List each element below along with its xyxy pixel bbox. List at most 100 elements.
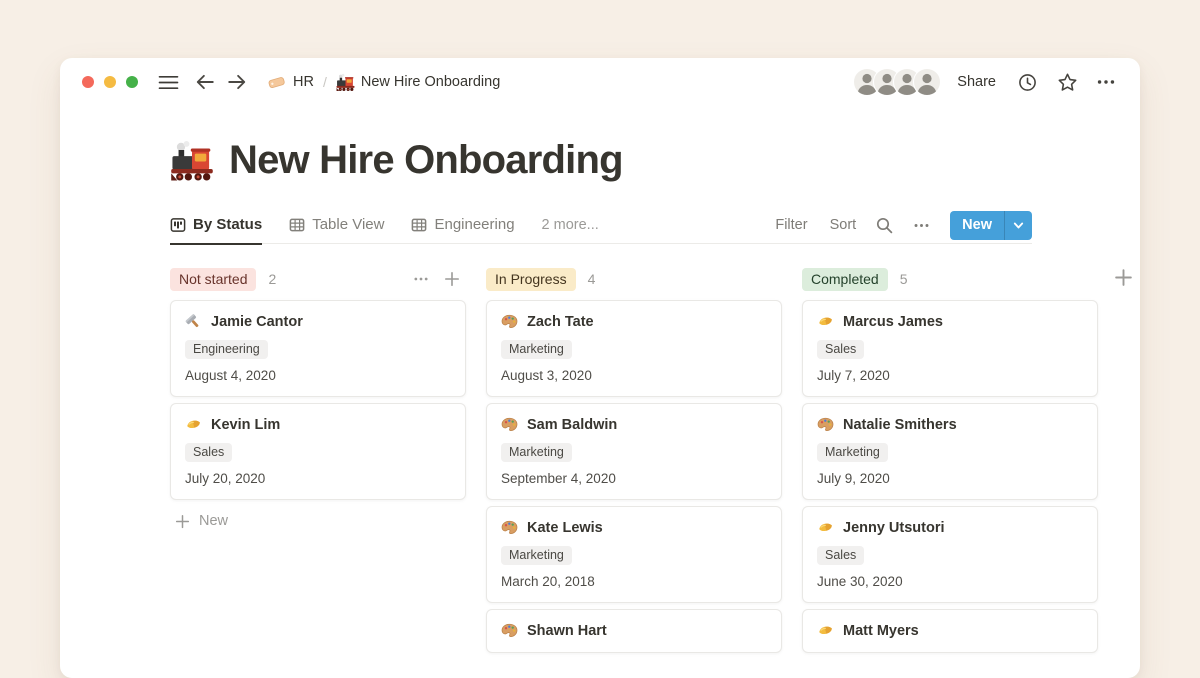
kanban-card[interactable]: Shawn Hart: [486, 609, 782, 653]
add-card-button[interactable]: New: [170, 513, 466, 529]
search-icon[interactable]: [876, 217, 893, 234]
column-add-card-icon[interactable]: [444, 271, 460, 287]
page-content: New Hire Onboarding By Status Table View E…: [60, 138, 1140, 653]
breadcrumb: HR / New Hire Onboarding: [267, 73, 500, 92]
kanban-card[interactable]: Kate LewisMarketingMarch 20, 2018: [486, 506, 782, 603]
status-badge[interactable]: Completed: [802, 268, 888, 291]
share-button[interactable]: Share: [957, 74, 996, 90]
app-window: HR / New Hire Onboarding Share New Hire …: [60, 58, 1140, 678]
breadcrumb-separator: /: [323, 74, 327, 90]
card-name: Kate Lewis: [527, 520, 603, 536]
tab-label: By Status: [193, 216, 262, 233]
department-tag: Sales: [817, 340, 864, 359]
handshake-icon: [817, 313, 834, 330]
status-badge[interactable]: In Progress: [486, 268, 576, 291]
tab-table-view[interactable]: Table View: [289, 207, 384, 245]
handshake-icon: [817, 519, 834, 536]
hammer-icon: [185, 313, 202, 330]
page-title[interactable]: New Hire Onboarding: [229, 138, 623, 183]
sort-button[interactable]: Sort: [830, 217, 857, 233]
column-header: Not started 2: [170, 266, 466, 292]
palette-icon: [501, 622, 518, 639]
view-options-icon[interactable]: [913, 217, 930, 234]
zoom-window-button[interactable]: [126, 76, 138, 88]
card-title-row: Shawn Hart: [501, 622, 767, 639]
card-title-row: Marcus James: [817, 313, 1083, 330]
breadcrumb-page[interactable]: New Hire Onboarding: [361, 74, 500, 90]
more-options-icon[interactable]: [1096, 72, 1116, 92]
start-date: July 20, 2020: [185, 471, 451, 486]
kanban-card[interactable]: Natalie SmithersMarketingJuly 9, 2020: [802, 403, 1098, 500]
topbar: HR / New Hire Onboarding Share: [60, 58, 1140, 106]
board-icon: [170, 217, 186, 233]
palette-icon: [501, 313, 518, 330]
table-icon: [411, 217, 427, 233]
traffic-lights: [82, 76, 138, 88]
kanban-card[interactable]: Jamie CantorEngineeringAugust 4, 2020: [170, 300, 466, 397]
view-tabs-row: By Status Table View Engineering 2 more...…: [170, 207, 1032, 244]
card-name: Shawn Hart: [527, 623, 607, 639]
card-title-row: Kate Lewis: [501, 519, 767, 536]
breadcrumb-workspace[interactable]: HR: [293, 74, 314, 90]
filter-button[interactable]: Filter: [775, 217, 807, 233]
department-tag: Marketing: [817, 443, 888, 462]
department-tag: Marketing: [501, 546, 572, 565]
card-list: Marcus James Sales July 7, 2020 Natalie Sm…: [802, 300, 1098, 653]
card-name: Marcus James: [843, 314, 943, 330]
card-title-row: Sam Baldwin: [501, 416, 767, 433]
add-group-button[interactable]: [1114, 268, 1133, 287]
card-title-row: Jenny Utsutori: [817, 519, 1083, 536]
start-date: June 30, 2020: [817, 574, 1083, 589]
column-count: 4: [588, 271, 596, 287]
close-window-button[interactable]: [82, 76, 94, 88]
tab-label: Table View: [312, 216, 384, 233]
column-count: 5: [900, 271, 908, 287]
more-views-button[interactable]: 2 more...: [542, 217, 599, 233]
card-name: Jenny Utsutori: [843, 520, 945, 536]
favorite-star-icon[interactable]: [1057, 72, 1078, 93]
department-tag: Sales: [817, 546, 864, 565]
minimize-window-button[interactable]: [104, 76, 116, 88]
card-name: Natalie Smithers: [843, 417, 957, 433]
topbar-right: Share: [853, 68, 1116, 96]
title-row: New Hire Onboarding: [170, 138, 1097, 183]
history-clock-icon[interactable]: [1018, 73, 1037, 92]
tab-engineering[interactable]: Engineering: [411, 207, 514, 245]
page-train-icon[interactable]: [170, 139, 214, 183]
start-date: August 3, 2020: [501, 368, 767, 383]
kanban-card[interactable]: Kevin LimSalesJuly 20, 2020: [170, 403, 466, 500]
start-date: July 7, 2020: [817, 368, 1083, 383]
kanban-card[interactable]: Jenny Utsutori Sales June 30, 2020: [802, 506, 1098, 603]
column-header: In Progress 4: [486, 266, 782, 292]
board-column-completed: Completed 5 Marcus James Sales July 7, 202…: [802, 266, 1098, 653]
back-arrow-icon[interactable]: [195, 73, 215, 91]
train-icon: [336, 73, 355, 92]
department-tag: Marketing: [501, 443, 572, 462]
card-name: Zach Tate: [527, 314, 594, 330]
column-count: 2: [268, 271, 276, 287]
hamburger-menu-icon[interactable]: [158, 75, 179, 90]
avatar[interactable]: [913, 68, 941, 96]
card-name: Jamie Cantor: [211, 314, 303, 330]
new-button-dropdown[interactable]: [1004, 211, 1032, 240]
card-name: Kevin Lim: [211, 417, 280, 433]
new-button-label[interactable]: New: [950, 211, 1004, 240]
board-column-not-started: Not started 2 Jamie CantorEngineeringAug…: [170, 266, 466, 653]
add-card-label: New: [199, 513, 228, 529]
kanban-card[interactable]: Marcus James Sales July 7, 2020: [802, 300, 1098, 397]
palette-icon: [817, 416, 834, 433]
status-badge[interactable]: Not started: [170, 268, 256, 291]
card-list: Jamie CantorEngineeringAugust 4, 2020 Ke…: [170, 300, 466, 500]
column-options-icon[interactable]: [413, 271, 429, 287]
card-name: Matt Myers: [843, 623, 919, 639]
kanban-card[interactable]: Matt Myers: [802, 609, 1098, 653]
card-title-row: Zach Tate: [501, 313, 767, 330]
table-icon: [289, 217, 305, 233]
forward-arrow-icon[interactable]: [227, 73, 247, 91]
tab-by-status[interactable]: By Status: [170, 207, 262, 245]
kanban-card[interactable]: Sam BaldwinMarketingSeptember 4, 2020: [486, 403, 782, 500]
kanban-board: Not started 2 Jamie CantorEngineeringAug…: [170, 266, 1097, 653]
kanban-card[interactable]: Zach TateMarketingAugust 3, 2020: [486, 300, 782, 397]
new-button[interactable]: New: [950, 211, 1032, 240]
label-icon: [267, 73, 286, 92]
